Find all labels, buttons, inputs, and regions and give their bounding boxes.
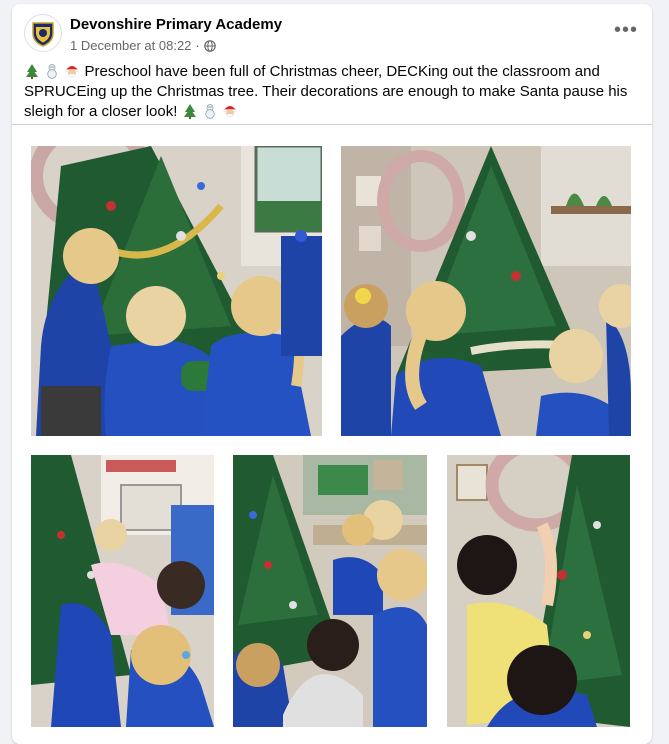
globe-icon[interactable] (203, 39, 216, 52)
post-meta: 1 December at 08:22 · (70, 38, 216, 53)
post-timestamp[interactable]: 1 December at 08:22 (70, 38, 191, 53)
photo-image (31, 146, 322, 436)
meta-separator: · (195, 38, 200, 53)
school-crest-icon (32, 22, 54, 47)
photo-gallery (12, 125, 652, 744)
photo-image (233, 455, 427, 727)
christmas-tree-icon (183, 104, 196, 119)
post-body-text: Preschool have been full of Christmas ch… (24, 63, 628, 120)
photo-children-decorating-tree-2[interactable] (341, 146, 631, 436)
more-horizontal-icon: ••• (613, 19, 638, 41)
post-header: Devonshire Primary Academy 1 December at… (24, 14, 640, 58)
snowman-icon (47, 64, 57, 79)
post-text: Preschool have been full of Christmas ch… (24, 62, 632, 122)
santa-icon (66, 66, 79, 78)
photo-children-decorating-tree-5[interactable] (447, 455, 630, 727)
photo-image (31, 455, 214, 727)
photo-children-decorating-tree-3[interactable] (31, 455, 214, 727)
more-options-button[interactable]: ••• (612, 20, 640, 40)
page-name[interactable]: Devonshire Primary Academy (70, 16, 282, 33)
santa-icon (223, 106, 237, 118)
snowman-icon (205, 104, 215, 119)
facebook-post: Devonshire Primary Academy 1 December at… (12, 4, 652, 744)
photo-image (447, 455, 630, 727)
photo-children-decorating-tree-1[interactable] (31, 146, 322, 436)
photo-image (341, 146, 631, 436)
christmas-tree-icon (26, 64, 38, 79)
page-avatar[interactable] (24, 14, 62, 52)
photo-children-decorating-tree-4[interactable] (233, 455, 427, 727)
